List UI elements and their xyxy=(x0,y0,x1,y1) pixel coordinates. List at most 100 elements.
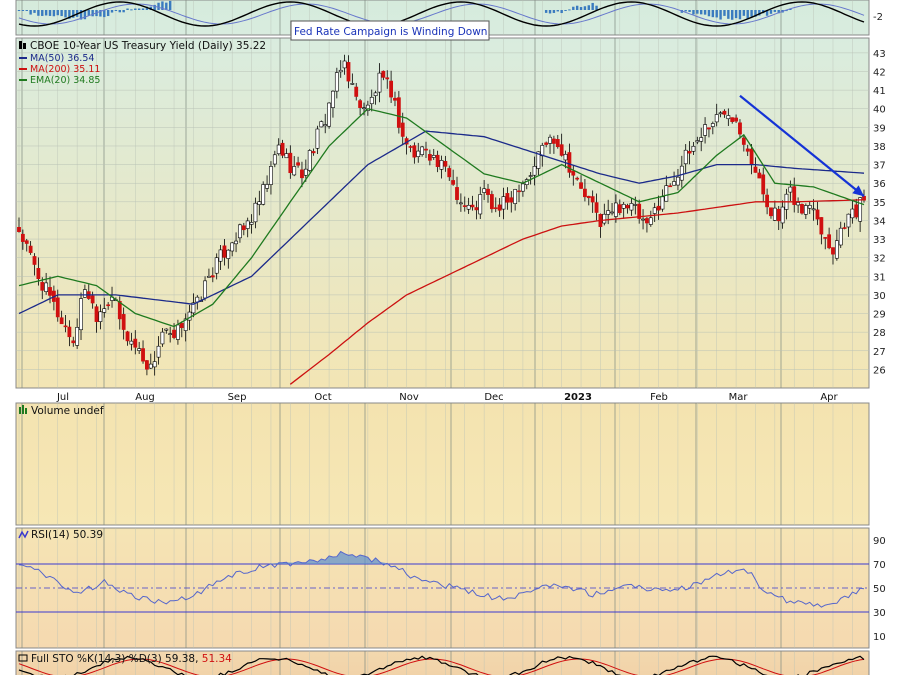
candle-body xyxy=(385,77,390,80)
price-x-tick: Aug xyxy=(135,392,155,403)
candle-body xyxy=(300,169,304,179)
candle-body xyxy=(257,201,262,205)
candle-body xyxy=(32,256,37,265)
candle-body xyxy=(520,183,525,192)
candle-body xyxy=(505,193,510,203)
legend-title: CBOE 10-Year US Treasury Yield (Daily) 3… xyxy=(30,40,266,52)
candle-body xyxy=(82,289,87,298)
macd-hist-bar xyxy=(692,10,695,15)
candle-body xyxy=(571,170,576,176)
candle-body xyxy=(121,314,126,330)
candle-body xyxy=(586,195,591,199)
candle-body xyxy=(769,207,773,217)
candle-body xyxy=(811,208,816,211)
price-panel-bg xyxy=(15,37,870,389)
macd-hist-bar xyxy=(87,10,90,16)
candle-body xyxy=(563,153,568,161)
candle-body xyxy=(168,333,173,335)
candle-body xyxy=(327,102,331,127)
price-y-tick: 30 xyxy=(873,291,886,302)
candle-body xyxy=(342,60,347,69)
candle-body xyxy=(497,204,502,211)
legend-ema20: EMA(20) 34.85 xyxy=(30,75,100,86)
candle-body xyxy=(718,112,723,115)
macd-hist-bar xyxy=(118,10,121,13)
candle-body xyxy=(288,152,293,174)
candle-body xyxy=(664,185,669,202)
macd-hist-bar xyxy=(727,10,730,19)
candle-body xyxy=(509,197,514,203)
candle-body xyxy=(726,115,731,120)
volume-panel-bg xyxy=(15,402,870,526)
price-y-tick: 41 xyxy=(873,86,886,97)
candle-body xyxy=(745,148,750,152)
macd-hist-bar xyxy=(137,8,141,10)
macd-hist-bar xyxy=(688,10,691,12)
candle-body xyxy=(424,148,428,151)
volume-icon-3 xyxy=(25,408,27,414)
candle-body xyxy=(176,324,180,340)
candle-body xyxy=(583,188,587,198)
candle-body xyxy=(17,227,21,232)
candle-body xyxy=(311,151,316,154)
macd-hist-bar xyxy=(37,10,40,16)
candle-body xyxy=(780,206,785,224)
macd-hist-bar xyxy=(552,10,556,13)
candle-body xyxy=(276,144,281,155)
candle-body xyxy=(486,188,490,195)
candle-body xyxy=(354,86,359,97)
macd-hist-bar xyxy=(60,10,63,17)
macd-hist-bar xyxy=(157,2,160,10)
price-y-tick: 34 xyxy=(873,216,886,227)
candle-body xyxy=(614,202,618,217)
candle-body xyxy=(493,207,498,209)
candle-body xyxy=(362,107,366,110)
candle-body xyxy=(338,69,343,73)
candle-body xyxy=(489,194,494,210)
macd-hist-bar xyxy=(583,6,587,10)
candle-body xyxy=(559,144,564,156)
candle-body xyxy=(303,168,308,176)
candle-body xyxy=(412,145,417,158)
candle-body xyxy=(106,304,111,307)
macd-hist-bar xyxy=(746,10,749,19)
candle-body xyxy=(67,326,72,338)
macd-hist-bar xyxy=(696,10,699,14)
candle-body xyxy=(621,203,626,209)
candle-body xyxy=(79,298,83,331)
macd-hist-bar xyxy=(106,10,110,17)
candle-body xyxy=(148,363,153,369)
macd-hist-bar xyxy=(122,10,125,13)
candle-body xyxy=(36,268,41,280)
candle-body xyxy=(226,249,231,259)
candle-body xyxy=(245,220,250,229)
price-y-tick: 31 xyxy=(873,272,886,283)
price-y-tick: 35 xyxy=(873,198,886,209)
macd-hist-bar xyxy=(126,8,129,10)
price-x-tick: Feb xyxy=(650,392,668,403)
candle-body xyxy=(478,194,483,215)
macd-hist-bar xyxy=(44,10,48,16)
legend-ma50: MA(50) 36.54 xyxy=(30,53,94,64)
candle-body xyxy=(377,72,382,93)
candle-body xyxy=(319,121,324,128)
candle-body xyxy=(594,202,599,213)
candle-body xyxy=(265,184,269,189)
candle-body xyxy=(296,162,300,166)
candle-body xyxy=(117,301,122,320)
legend-icon-candle-2 xyxy=(23,43,26,49)
candle-body xyxy=(381,70,386,78)
sto-label-main: Full STO %K(14,3) %D(3) 59.38, xyxy=(31,653,198,665)
candle-body xyxy=(389,80,394,98)
macd-hist-bar xyxy=(556,10,559,12)
candle-body xyxy=(555,139,560,148)
rsi-panel: 90 70 50 30 10 RSI(14) 50.39 xyxy=(15,527,886,649)
candle-body xyxy=(44,282,49,292)
candle-body xyxy=(757,172,762,179)
candle-body xyxy=(776,208,781,222)
macd-hist-bar xyxy=(560,10,563,14)
candle-body xyxy=(396,97,401,128)
sto-label-d: 51.34 xyxy=(202,653,232,665)
candle-body xyxy=(602,213,607,224)
macd-hist-bar xyxy=(773,10,777,12)
